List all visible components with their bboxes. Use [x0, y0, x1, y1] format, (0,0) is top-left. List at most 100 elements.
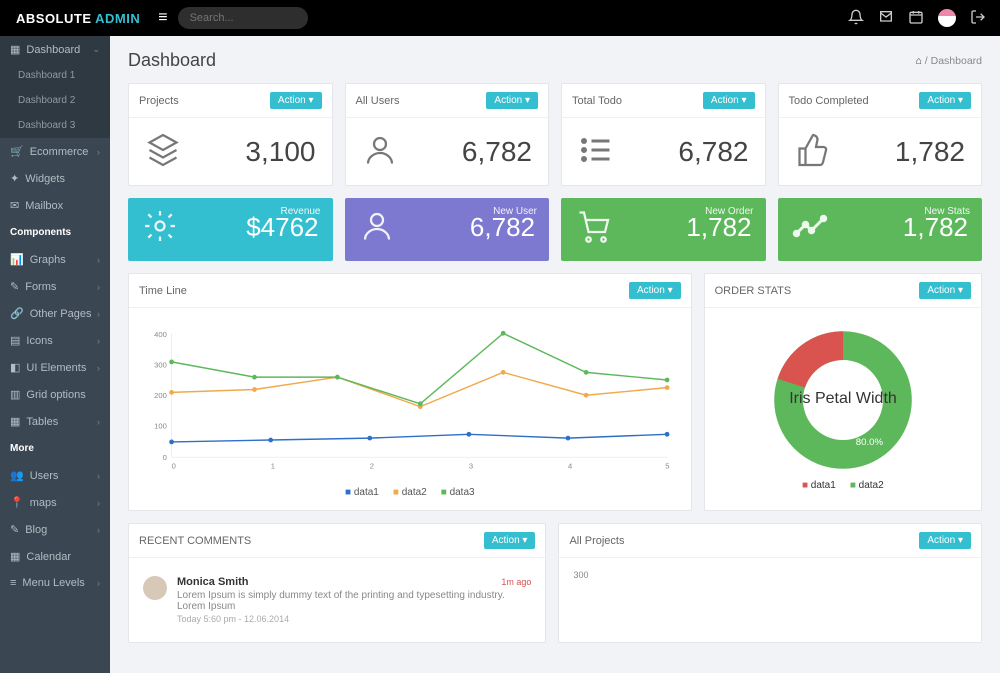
- stat-card: Todo Completed Action ▾ 1,782: [778, 83, 983, 186]
- projects-panel: All Projects Action ▾ 300: [558, 523, 982, 643]
- timeline-panel: Time Line Action ▾ 0 100 200 300: [128, 273, 692, 511]
- sidebar-item-menulevels[interactable]: ≡Menu Levels›: [0, 570, 110, 596]
- tile: Revenue $4762: [128, 198, 333, 261]
- orderstats-title: ORDER STATS: [715, 285, 792, 297]
- logout-icon[interactable]: [970, 9, 986, 28]
- orderstats-donut: 20.0% 80.0% Iris Petal Width: [753, 320, 933, 480]
- timeline-action-button[interactable]: Action ▾: [629, 282, 681, 299]
- sidebar-item-calendar[interactable]: ▦Calendar: [0, 543, 110, 570]
- sidebar-item-uielements[interactable]: ◧UI Elements›: [0, 354, 110, 381]
- svg-text:4: 4: [568, 462, 573, 471]
- stat-value: 6,782: [462, 136, 532, 168]
- sidebar: ▦Dashboard ⌄ Dashboard 1 Dashboard 2 Das…: [0, 36, 110, 673]
- stat-title: Projects: [139, 95, 179, 107]
- mail-icon: ✉: [10, 199, 19, 212]
- sidebar-item-forms[interactable]: ✎Forms›: [0, 273, 110, 300]
- svg-text:20.0%: 20.0%: [820, 368, 848, 379]
- svg-text:Iris Petal Width: Iris Petal Width: [789, 390, 897, 407]
- sidebar-header-more: More: [0, 435, 110, 462]
- sidebar-item-maps[interactable]: 📍maps›: [0, 489, 110, 516]
- comment-avatar: [143, 576, 167, 600]
- timeline-chart: 0 100 200 300 400 012345: [143, 320, 677, 480]
- graph-icon: 📊: [10, 253, 24, 266]
- tile-label: Revenue: [280, 206, 320, 217]
- sidebar-header-components: Components: [0, 219, 110, 246]
- orderstats-action-button[interactable]: Action ▾: [919, 282, 971, 299]
- sidebar-item-users[interactable]: 👥Users›: [0, 462, 110, 489]
- avatar[interactable]: [938, 9, 956, 27]
- projects-action-button[interactable]: Action ▾: [919, 532, 971, 549]
- stat-title: All Users: [356, 95, 400, 107]
- sidebar-item-blog[interactable]: ✎Blog›: [0, 516, 110, 543]
- sidebar-item-mailbox[interactable]: ✉Mailbox: [0, 192, 110, 219]
- comments-title: RECENT COMMENTS: [139, 535, 251, 547]
- svg-text:100: 100: [154, 422, 167, 431]
- comment-ago: 1m ago: [501, 577, 531, 587]
- sidebar-item-graphs[interactable]: 📊Graphs›: [0, 246, 110, 273]
- trend-icon: [792, 208, 828, 247]
- timeline-title: Time Line: [139, 285, 187, 297]
- stat-action-button[interactable]: Action ▾: [919, 92, 971, 109]
- sidebar-item-grid[interactable]: ▥Grid options: [0, 381, 110, 408]
- svg-text:2: 2: [370, 462, 374, 471]
- user-icon: [359, 208, 395, 247]
- comment-text: Lorem Ipsum is simply dummy text of the …: [177, 590, 531, 612]
- gear-icon: ✦: [10, 172, 19, 185]
- svg-text:400: 400: [154, 330, 167, 339]
- stat-card: Projects Action ▾ 3,100: [128, 83, 333, 186]
- stat-title: Todo Completed: [789, 95, 869, 107]
- brand-logo[interactable]: ABSOLUTE ADMIN: [8, 11, 148, 26]
- stat-card: All Users Action ▾ 6,782: [345, 83, 550, 186]
- sidebar-item-widgets[interactable]: ✦Widgets: [0, 165, 110, 192]
- form-icon: ✎: [10, 280, 19, 293]
- sidebar-item-ecommerce[interactable]: 🛒Ecommerce›: [0, 138, 110, 165]
- ui-icon: ◧: [10, 361, 20, 374]
- svg-text:0: 0: [163, 453, 167, 462]
- sidebar-item-dashboard2[interactable]: Dashboard 2: [0, 88, 110, 113]
- gear-icon: [142, 208, 178, 247]
- menu-toggle-icon[interactable]: ≡: [148, 9, 177, 27]
- dashboard-icon: ▦: [10, 43, 20, 56]
- tile: New Order 1,782: [561, 198, 766, 261]
- stat-action-button[interactable]: Action ▾: [703, 92, 755, 109]
- sidebar-item-dashboard1[interactable]: Dashboard 1: [0, 63, 110, 88]
- comment-timestamp: Today 5:60 pm - 12.06.2014: [177, 614, 531, 624]
- tile-label: New Order: [705, 206, 753, 217]
- pencil-icon: ✎: [10, 523, 19, 536]
- stat-value: 1,782: [895, 136, 965, 168]
- link-icon: 🔗: [10, 307, 24, 320]
- search-input[interactable]: [178, 7, 308, 29]
- cart-icon: 🛒: [10, 145, 24, 158]
- sidebar-item-icons[interactable]: ▤Icons›: [0, 327, 110, 354]
- tile-label: New User: [493, 206, 537, 217]
- svg-text:300: 300: [154, 361, 167, 370]
- stat-value: 3,100: [245, 136, 315, 168]
- cart-icon: [575, 208, 611, 247]
- stat-value: 6,782: [678, 136, 748, 168]
- bell-icon[interactable]: [848, 9, 864, 28]
- page-title: Dashboard: [128, 50, 216, 71]
- tile: New Stats 1,782: [778, 198, 983, 261]
- svg-text:3: 3: [469, 462, 473, 471]
- inbox-icon[interactable]: [878, 9, 894, 28]
- comments-action-button[interactable]: Action ▾: [484, 532, 536, 549]
- projects-title: All Projects: [569, 535, 624, 547]
- stat-action-button[interactable]: Action ▾: [270, 92, 322, 109]
- thumb-icon: [795, 132, 831, 171]
- timeline-legend: data1 data2 data3: [143, 487, 677, 498]
- calendar-icon[interactable]: [908, 9, 924, 28]
- calendar-icon: ▦: [10, 550, 20, 563]
- svg-text:5: 5: [665, 462, 669, 471]
- stat-card: Total Todo Action ▾ 6,782: [561, 83, 766, 186]
- sidebar-item-otherpages[interactable]: 🔗Other Pages›: [0, 300, 110, 327]
- user-icon: [362, 132, 398, 171]
- sidebar-item-dashboard[interactable]: ▦Dashboard ⌄: [0, 36, 110, 63]
- comment-item: Monica Smith 1m ago Lorem Ipsum is simpl…: [143, 570, 531, 630]
- orderstats-legend: data1 data2: [802, 480, 884, 491]
- stat-action-button[interactable]: Action ▾: [486, 92, 538, 109]
- breadcrumb-home-icon[interactable]: ⌂: [916, 55, 922, 67]
- sidebar-item-tables[interactable]: ▦Tables›: [0, 408, 110, 435]
- menu-icon: ≡: [10, 577, 16, 589]
- comment-name: Monica Smith: [177, 576, 249, 588]
- sidebar-item-dashboard3[interactable]: Dashboard 3: [0, 113, 110, 138]
